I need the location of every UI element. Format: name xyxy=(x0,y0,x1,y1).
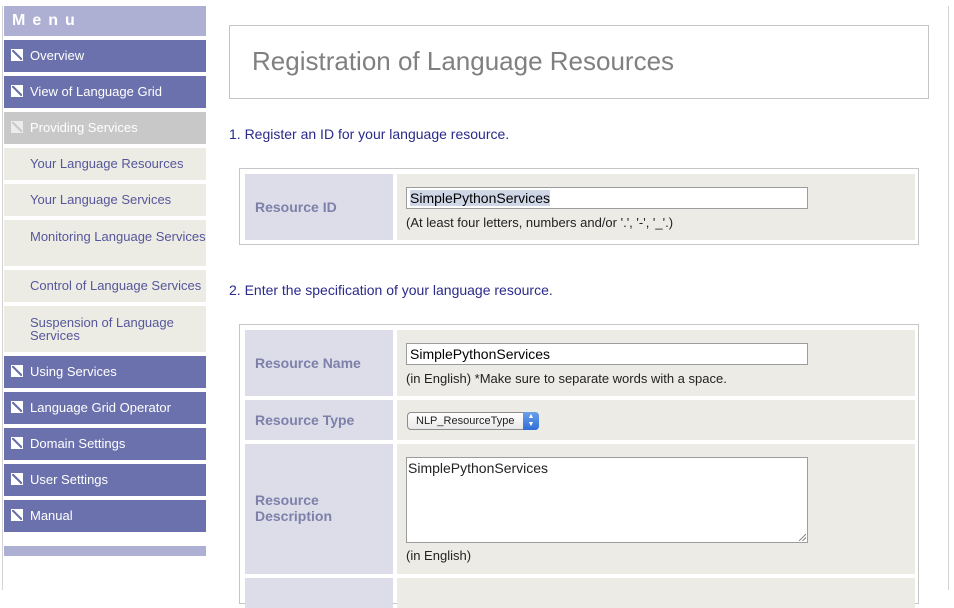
resource-type-value-cell: NLP_ResourceType ▲ ▼ xyxy=(397,400,915,440)
next-form-row xyxy=(245,578,915,608)
arrow-icon xyxy=(11,509,23,521)
resource-id-value-cell: SimplePythonServices (At least four lett… xyxy=(397,174,915,240)
sidebar-item-label: Your Language Resources xyxy=(30,156,184,171)
resource-type-row: Resource Type NLP_ResourceType ▲ ▼ xyxy=(245,400,915,440)
page-border xyxy=(948,6,949,590)
resource-description-textarea[interactable]: SimplePythonServices xyxy=(406,457,808,543)
sidebar-item-label: Your Language Services xyxy=(30,192,172,207)
resource-description-label: Resource Description xyxy=(245,444,393,574)
sidebar-item-label: Using Services xyxy=(30,364,117,379)
sidebar-item-user-settings[interactable]: User Settings xyxy=(4,464,206,496)
sidebar-item-domain-settings[interactable]: Domain Settings xyxy=(4,428,206,460)
section-2-heading: 2. Enter the specification of your langu… xyxy=(229,282,553,298)
resource-description-text: SimplePythonServices xyxy=(408,460,549,476)
resource-description-row: Resource Description SimplePythonService… xyxy=(245,444,915,574)
sidebar-subitem-monitoring-language-services[interactable]: Monitoring Language Services xyxy=(4,220,206,266)
resource-id-input[interactable]: SimplePythonServices xyxy=(406,187,808,209)
sidebar-item-overview[interactable]: Overview xyxy=(4,40,206,72)
resource-description-value-cell: SimplePythonServices (in English) xyxy=(397,444,915,574)
arrow-icon xyxy=(11,49,23,61)
page-title: Registration of Language Resources xyxy=(252,46,675,76)
sidebar-item-label: Language Grid Operator xyxy=(30,400,171,415)
next-row-label xyxy=(245,578,393,608)
sidebar-item-manual[interactable]: Manual xyxy=(4,500,206,532)
resource-name-input[interactable]: SimplePythonServices xyxy=(406,343,808,365)
resource-id-label: Resource ID xyxy=(245,174,393,240)
resource-id-hint: (At least four letters, numbers and/or '… xyxy=(406,215,674,230)
sidebar-subitem-suspension-of-language-services[interactable]: Suspension of Language Services xyxy=(4,306,206,352)
resource-description-hint: (in English) xyxy=(406,548,472,563)
arrow-icon xyxy=(11,365,23,377)
sidebar-item-label: Domain Settings xyxy=(30,436,126,451)
section-1-heading: 1. Register an ID for your language reso… xyxy=(229,126,510,142)
arrow-icon xyxy=(11,85,23,97)
resource-type-selected: NLP_ResourceType xyxy=(416,415,515,427)
sidebar: Menu Overview View of Language Grid Prov… xyxy=(4,6,206,556)
sidebar-item-label: Control of Language Services xyxy=(30,278,202,293)
sidebar-item-language-grid-operator[interactable]: Language Grid Operator xyxy=(4,392,206,424)
sidebar-item-label: Manual xyxy=(30,508,73,523)
resource-name-row: Resource Name SimplePythonServices (in E… xyxy=(245,330,915,396)
resize-grip-icon[interactable] xyxy=(799,534,806,541)
select-updown-icon: ▲ ▼ xyxy=(523,412,539,430)
resource-id-form: Resource ID SimplePythonServices (At lea… xyxy=(239,168,919,245)
arrow-icon xyxy=(11,401,23,413)
sidebar-subitem-your-language-services[interactable]: Your Language Services xyxy=(4,184,206,216)
arrow-icon xyxy=(11,473,23,485)
next-row-value-cell xyxy=(397,578,915,608)
sidebar-item-label: Overview xyxy=(30,48,85,63)
resource-id-input-value: SimplePythonServices xyxy=(410,190,551,206)
sidebar-border xyxy=(2,6,3,590)
resource-type-select[interactable]: NLP_ResourceType ▲ ▼ xyxy=(407,412,539,430)
resource-name-label: Resource Name xyxy=(245,330,393,396)
arrow-icon xyxy=(11,121,23,133)
sidebar-item-label: Suspension of Language Services xyxy=(30,315,174,343)
resource-name-hint: (in English) *Make sure to separate word… xyxy=(406,371,727,386)
menu-title: Menu xyxy=(4,6,206,36)
resource-id-row: Resource ID SimplePythonServices (At lea… xyxy=(245,174,915,240)
sidebar-item-using-services[interactable]: Using Services xyxy=(4,356,206,388)
sidebar-item-view-of-language-grid[interactable]: View of Language Grid xyxy=(4,76,206,108)
sidebar-item-label: User Settings xyxy=(30,472,109,487)
sidebar-subitem-control-of-language-services[interactable]: Control of Language Services xyxy=(4,270,206,302)
sidebar-item-label: Providing Services xyxy=(30,120,138,135)
sidebar-subitem-your-language-resources[interactable]: Your Language Resources xyxy=(4,148,206,180)
specification-form: Resource Name SimplePythonServices (in E… xyxy=(239,324,919,608)
sidebar-item-providing-services[interactable]: Providing Services xyxy=(4,112,206,144)
arrow-icon xyxy=(11,437,23,449)
resource-name-value-cell: SimplePythonServices (in English) *Make … xyxy=(397,330,915,396)
resource-type-label: Resource Type xyxy=(245,400,393,440)
sidebar-item-label: View of Language Grid xyxy=(30,84,163,99)
sidebar-item-label: Monitoring Language Services xyxy=(30,229,206,244)
page-title-box: Registration of Language Resources xyxy=(229,25,929,99)
sidebar-footer xyxy=(4,546,206,556)
